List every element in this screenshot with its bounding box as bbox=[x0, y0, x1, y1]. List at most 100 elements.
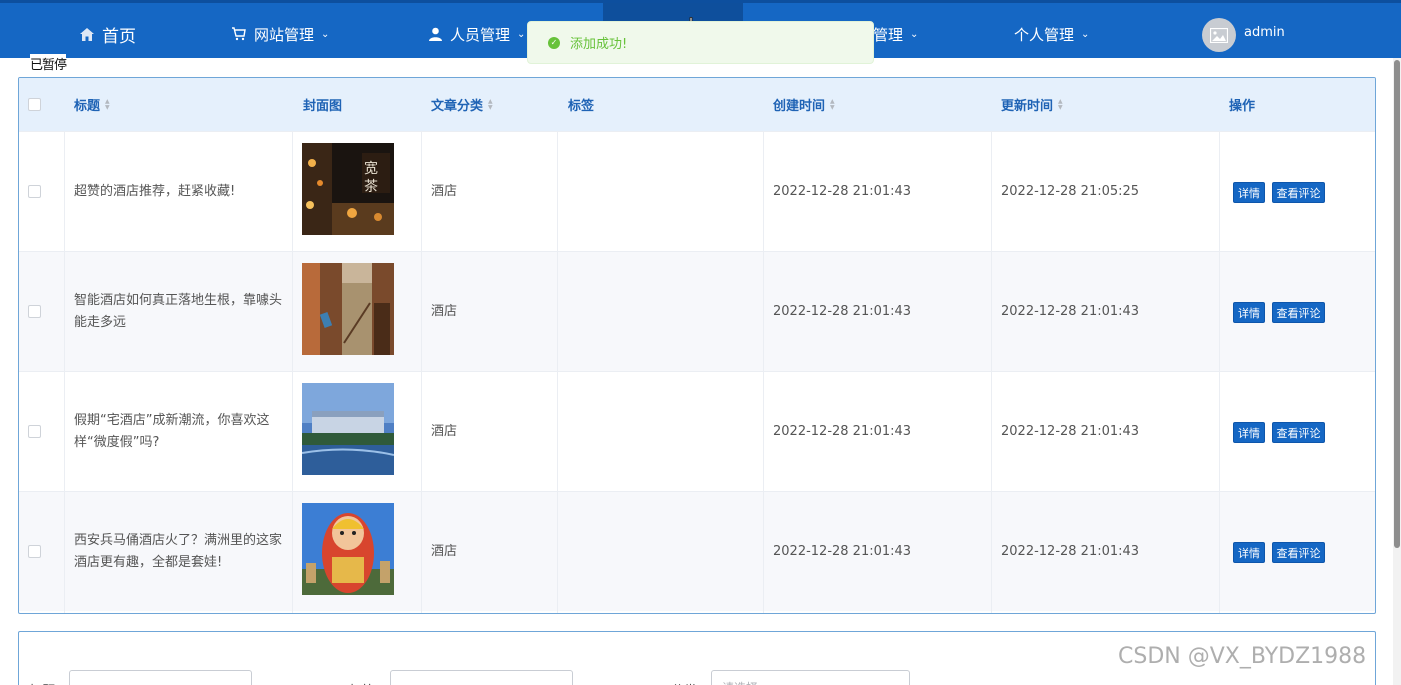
nav-personnel-management[interactable]: 人员管理 ⌄ bbox=[429, 21, 525, 47]
sort-icon[interactable]: ▲ ▼ bbox=[1058, 98, 1063, 111]
cover-image[interactable] bbox=[302, 503, 394, 595]
page-scrollbar[interactable] bbox=[1393, 58, 1401, 685]
nav-home-label: 首页 bbox=[102, 26, 136, 47]
row-checkbox[interactable] bbox=[28, 425, 41, 438]
row-updated-time: 2022-12-28 21:05:25 bbox=[1001, 184, 1140, 199]
column-header-tags: 标签 bbox=[568, 78, 594, 131]
nav-management[interactable]: 管理 ⌄ bbox=[873, 21, 918, 47]
column-divider bbox=[557, 131, 558, 613]
table-row: 假期“宅酒店”成新潮流，你喜欢这样“微度假”吗? 酒店 2022-12-28 2… bbox=[19, 371, 1375, 491]
nav-personal-management[interactable]: 个人管理 ⌄ bbox=[1014, 21, 1089, 47]
column-divider bbox=[1219, 131, 1220, 613]
row-checkbox[interactable] bbox=[28, 185, 41, 198]
column-header-tags-label: 标签 bbox=[568, 99, 595, 114]
row-updated-time: 2022-12-28 21:01:43 bbox=[1001, 544, 1140, 559]
column-header-actions: 操作 bbox=[1229, 78, 1255, 131]
view-comments-button[interactable]: 查看评论 bbox=[1272, 422, 1325, 443]
column-header-cover-label: 封面图 bbox=[303, 99, 343, 114]
chevron-down-icon: ⌄ bbox=[321, 28, 330, 40]
nav-management-label: 管理 bbox=[873, 25, 904, 44]
username[interactable]: admin bbox=[1244, 25, 1285, 40]
row-created-time: 2022-12-28 21:01:43 bbox=[773, 424, 912, 439]
cover-image[interactable] bbox=[302, 383, 394, 475]
svg-text:茶: 茶 bbox=[364, 179, 378, 195]
cart-icon bbox=[232, 27, 246, 41]
view-comments-button[interactable]: 查看评论 bbox=[1272, 182, 1325, 203]
row-title: 智能酒店如何真正落地生根，靠噱头能走多远 bbox=[74, 293, 283, 330]
column-divider bbox=[763, 131, 764, 613]
search-title-label: 标题 bbox=[29, 680, 55, 685]
user-icon bbox=[429, 27, 442, 41]
chevron-down-icon: ⌄ bbox=[910, 28, 919, 40]
cover-image[interactable]: 宽 茶 bbox=[302, 143, 394, 235]
article-table: 标题 ▲▼ 封面图 文章分类 ▲▼ 标签 创建时间 ▲▼ 更新时间 ▲▼ bbox=[18, 77, 1376, 614]
table-row: 智能酒店如何真正落地生根，靠噱头能走多远 酒店 2022-12-28 21:01… bbox=[19, 251, 1375, 371]
table-row: 超赞的酒店推荐，赶紧收藏! 宽 茶 酒店 2022-12-28 21:01:43… bbox=[19, 131, 1375, 251]
nav-website-management[interactable]: 网站管理 ⌄ bbox=[231, 21, 329, 47]
nav-active-indicator bbox=[603, 3, 743, 23]
column-header-created[interactable]: 创建时间 ▲ ▼ bbox=[773, 78, 835, 131]
avatar[interactable] bbox=[1202, 18, 1236, 52]
column-divider bbox=[64, 131, 65, 613]
home-icon bbox=[80, 27, 94, 41]
sort-icon[interactable]: ▲ ▼ bbox=[105, 98, 110, 111]
row-checkbox[interactable] bbox=[28, 545, 41, 558]
detail-button[interactable]: 详情 bbox=[1233, 542, 1265, 563]
nav-website-management-label: 网站管理 bbox=[254, 25, 315, 44]
search-tags-label: 标签 bbox=[349, 680, 375, 685]
column-divider bbox=[421, 131, 422, 613]
column-header-actions-label: 操作 bbox=[1229, 99, 1256, 114]
page: 首页 网站管理 ⌄ 人员管理 ⌄ 管理 ⌄ 个人管理 ⌄ admin ✓ 添加成… bbox=[0, 0, 1401, 685]
detail-button[interactable]: 详情 bbox=[1233, 182, 1265, 203]
success-toast: ✓ 添加成功! bbox=[527, 21, 874, 64]
row-created-time: 2022-12-28 21:01:43 bbox=[773, 184, 912, 199]
row-updated-time: 2022-12-28 21:01:43 bbox=[1001, 304, 1140, 319]
row-category: 酒店 bbox=[431, 184, 458, 199]
row-updated-time: 2022-12-28 21:01:43 bbox=[1001, 424, 1140, 439]
column-header-category[interactable]: 文章分类 ▲ ▼ bbox=[431, 78, 493, 131]
search-category-select[interactable]: 请选择 bbox=[711, 670, 910, 685]
nav-personal-management-label: 个人管理 bbox=[1014, 25, 1075, 44]
column-header-cover: 封面图 bbox=[303, 78, 342, 131]
row-category: 酒店 bbox=[431, 424, 458, 439]
column-header-created-label: 创建时间 bbox=[773, 99, 826, 114]
column-header-title-label: 标题 bbox=[74, 99, 101, 114]
view-comments-button[interactable]: 查看评论 bbox=[1272, 542, 1325, 563]
scrollbar-thumb[interactable] bbox=[1394, 60, 1400, 548]
table-header: 标题 ▲▼ 封面图 文章分类 ▲▼ 标签 创建时间 ▲▼ 更新时间 ▲▼ bbox=[19, 78, 1375, 131]
chevron-down-icon: ⌄ bbox=[1081, 28, 1090, 40]
image-placeholder-icon bbox=[1210, 27, 1228, 43]
view-comments-button[interactable]: 查看评论 bbox=[1272, 302, 1325, 323]
table-row: 西安兵马俑酒店火了？满洲里的这家酒店更有趣，全都是套娃! 酒店 2022-12-… bbox=[19, 491, 1375, 611]
column-divider bbox=[991, 131, 992, 613]
row-checkbox[interactable] bbox=[28, 305, 41, 318]
column-header-title[interactable]: 标题 ▲ ▼ bbox=[74, 78, 110, 131]
check-circle-icon: ✓ bbox=[548, 36, 560, 49]
svg-text:宽: 宽 bbox=[364, 160, 378, 177]
column-header-updated[interactable]: 更新时间 ▲ ▼ bbox=[1001, 78, 1063, 131]
toast-message: 添加成功! bbox=[570, 37, 628, 52]
search-tags-input[interactable] bbox=[390, 670, 573, 685]
column-header-updated-label: 更新时间 bbox=[1001, 99, 1054, 114]
cover-image[interactable] bbox=[302, 263, 394, 355]
chevron-down-icon: ⌄ bbox=[517, 28, 526, 40]
row-category: 酒店 bbox=[431, 544, 458, 559]
sort-icon[interactable]: ▲ ▼ bbox=[830, 98, 835, 111]
watermark: CSDN @VX_BYDZ1988 bbox=[1118, 644, 1367, 669]
select-all-checkbox[interactable] bbox=[28, 98, 41, 111]
nav-home[interactable]: 首页 bbox=[80, 21, 136, 47]
search-title-input[interactable] bbox=[69, 670, 252, 685]
row-category: 酒店 bbox=[431, 304, 458, 319]
row-title: 西安兵马俑酒店火了？满洲里的这家酒店更有趣，全都是套娃! bbox=[74, 533, 283, 570]
row-title: 超赞的酒店推荐，赶紧收藏! bbox=[74, 184, 236, 199]
search-category-label: 分类 bbox=[671, 680, 697, 685]
detail-button[interactable]: 详情 bbox=[1233, 302, 1265, 323]
detail-button[interactable]: 详情 bbox=[1233, 422, 1265, 443]
column-header-category-label: 文章分类 bbox=[431, 99, 484, 114]
sort-icon[interactable]: ▲ ▼ bbox=[488, 98, 493, 111]
row-created-time: 2022-12-28 21:01:43 bbox=[773, 544, 912, 559]
row-title: 假期“宅酒店”成新潮流，你喜欢这样“微度假”吗? bbox=[74, 413, 270, 450]
row-created-time: 2022-12-28 21:01:43 bbox=[773, 304, 912, 319]
paused-label: 已暂停 bbox=[30, 54, 67, 73]
nav-personnel-management-label: 人员管理 bbox=[450, 25, 511, 44]
